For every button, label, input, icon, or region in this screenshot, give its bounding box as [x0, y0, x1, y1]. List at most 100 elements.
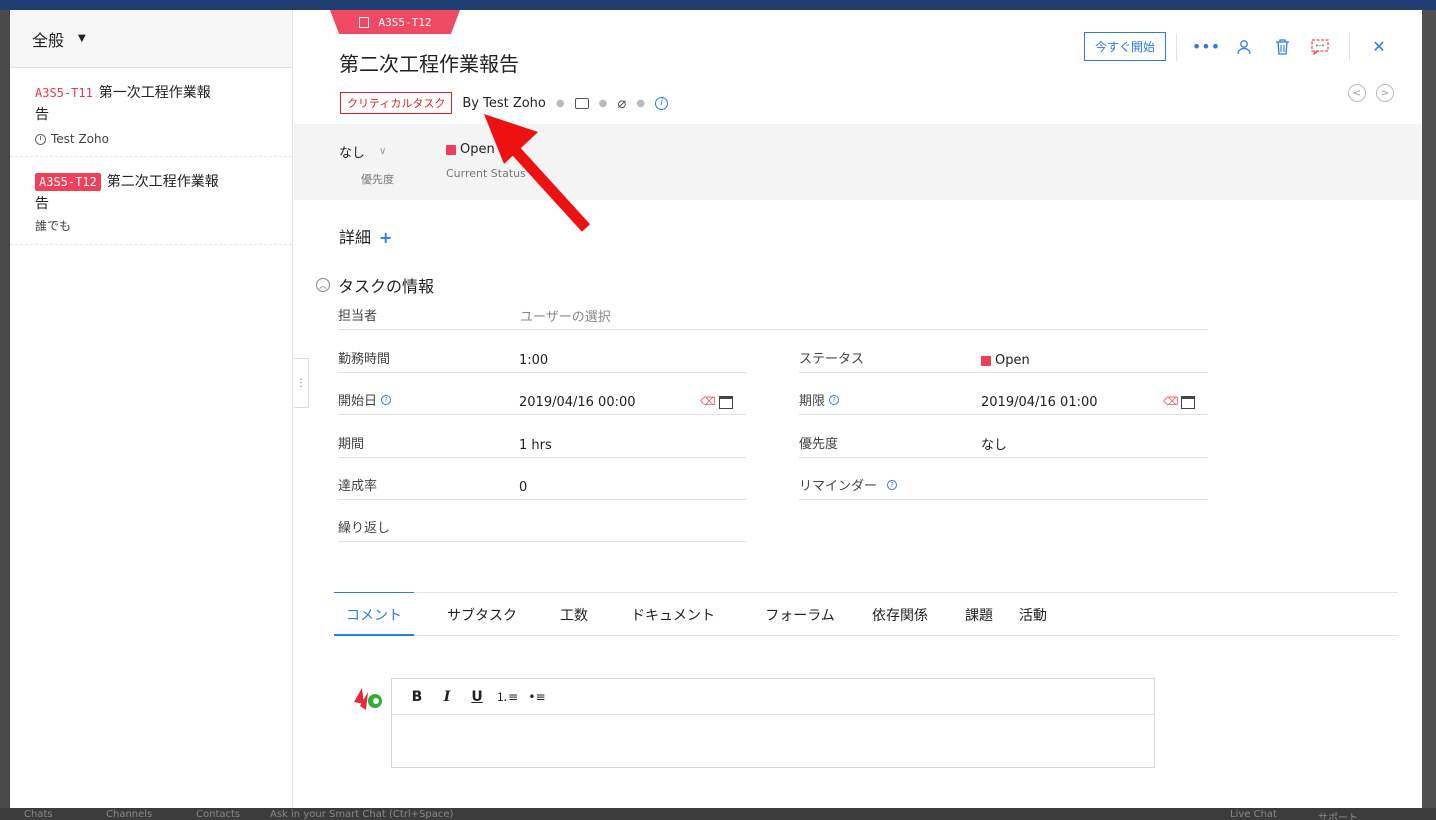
- start-now-button[interactable]: 今すぐ開始: [1083, 32, 1166, 61]
- task-list-item-active[interactable]: A3S5-T12 第二次工程作業報 告 誰でも: [10, 157, 292, 245]
- top-actions: 今すぐ開始 ••• ✕: [1083, 32, 1398, 61]
- bullet-list-icon[interactable]: •≡: [522, 690, 552, 704]
- clear-icon[interactable]: ⌫: [700, 395, 716, 408]
- caret-down-icon: ▼: [78, 33, 86, 44]
- underline-button[interactable]: U: [462, 689, 492, 705]
- task-info-label: タスクの情報: [338, 277, 435, 296]
- status-field-value[interactable]: Open: [995, 353, 1030, 368]
- filter-label: 全般: [32, 30, 65, 50]
- duration-field[interactable]: 期間 1 hrs: [338, 428, 747, 458]
- editor-toolbar: B I U ⒈≡ •≡: [392, 679, 1154, 715]
- close-icon[interactable]: ✕: [1368, 36, 1390, 58]
- critical-task-tag[interactable]: クリティカルタスク: [340, 92, 453, 114]
- bg-channels[interactable]: Channels: [106, 809, 152, 820]
- help-icon[interactable]: ?: [829, 394, 840, 405]
- add-detail-icon[interactable]: +: [379, 228, 392, 247]
- ribbon-task-id: A3S5-T12: [378, 15, 432, 29]
- work-hours-value[interactable]: 1:00: [519, 353, 548, 368]
- clock-icon: [35, 133, 46, 145]
- user-follow-icon[interactable]: [1233, 36, 1255, 58]
- task-title-heading[interactable]: 第二次工程作業報告: [339, 48, 519, 77]
- tab-documents[interactable]: ドキュメント: [598, 593, 748, 637]
- task-id-ribbon: A3S5-T12: [330, 10, 460, 34]
- status-field[interactable]: ステータス Open: [799, 343, 1208, 373]
- detail-tabs: コメント サブタスク 工数 ドキュメント フォーラム 依存関係 課題 活動: [334, 592, 1398, 636]
- task-title-cont: 告: [35, 196, 49, 212]
- calendar-icon[interactable]: [1181, 396, 1195, 409]
- status-strip: なし ∨ 優先度 Open Current Status: [294, 124, 1422, 200]
- recurrence-label: 繰り返し: [338, 521, 391, 536]
- chevron-down-icon: ∨: [379, 146, 387, 157]
- bg-live-chat[interactable]: Live Chat: [1230, 809, 1277, 820]
- comment-editor[interactable]: B I U ⒈≡ •≡: [391, 678, 1155, 768]
- completion-field[interactable]: 達成率 0: [338, 470, 747, 500]
- priority-value: なし: [339, 146, 366, 161]
- bg-support[interactable]: サポート: [1318, 809, 1358, 820]
- bg-contacts[interactable]: Contacts: [196, 809, 240, 820]
- status-field-label: ステータス: [799, 352, 865, 367]
- duration-value[interactable]: 1 hrs: [519, 438, 552, 453]
- due-date-field[interactable]: 期限? 2019/04/16 01:00 ⌫: [799, 385, 1208, 415]
- priority-field-value[interactable]: なし: [981, 434, 1007, 453]
- background-left-strip: [0, 10, 10, 810]
- tab-dependencies[interactable]: 依存関係: [852, 593, 948, 637]
- background-right-strip: [1422, 10, 1436, 810]
- completion-label: 達成率: [338, 479, 378, 494]
- collapse-icon[interactable]: ︿: [316, 278, 330, 292]
- completion-value[interactable]: 0: [519, 480, 527, 495]
- task-navigation: < >: [1338, 84, 1394, 102]
- task-info-heading[interactable]: ︿ タスクの情報: [316, 273, 434, 297]
- priority-selector[interactable]: なし ∨ 優先度: [339, 142, 394, 187]
- divider: [1176, 32, 1177, 61]
- comment-textarea[interactable]: [392, 715, 1154, 767]
- tab-activity[interactable]: 活動: [1010, 593, 1056, 637]
- work-hours-field[interactable]: 勤務時間 1:00: [338, 343, 747, 373]
- priority-field[interactable]: 優先度 なし: [799, 428, 1208, 458]
- bg-chats[interactable]: Chats: [24, 809, 53, 820]
- start-date-label: 開始日: [338, 394, 378, 409]
- feedback-glyph: [1311, 38, 1329, 55]
- tab-timesheet[interactable]: 工数: [550, 593, 598, 637]
- task-title-cont: 告: [35, 107, 49, 123]
- start-date-field[interactable]: 開始日? 2019/04/16 00:00 ⌫: [338, 385, 747, 415]
- user-icon: [1237, 39, 1251, 54]
- details-section-heading: 詳細 +: [339, 224, 392, 248]
- info-icon[interactable]: i: [655, 96, 669, 110]
- task-filter-dropdown[interactable]: 全般 ▼: [10, 10, 292, 68]
- help-icon[interactable]: ?: [381, 394, 392, 405]
- assignee-field[interactable]: 担当者 ユーザーの選択: [338, 300, 1208, 330]
- tab-issues[interactable]: 課題: [948, 593, 1010, 637]
- duration-label: 期間: [338, 437, 365, 452]
- tab-forums[interactable]: フォーラム: [748, 593, 852, 637]
- more-options-icon[interactable]: •••: [1192, 36, 1220, 58]
- clear-icon[interactable]: ⌫: [1163, 395, 1179, 408]
- panel-toggle-handle[interactable]: ⋮: [294, 358, 309, 408]
- avatar: [354, 688, 382, 710]
- reminder-field[interactable]: リマインダー?: [799, 470, 1208, 500]
- work-hours-label: 勤務時間: [338, 352, 391, 367]
- start-date-value[interactable]: 2019/04/16 00:00: [519, 395, 636, 410]
- feedback-icon[interactable]: [1309, 36, 1331, 58]
- help-icon[interactable]: ?: [887, 479, 898, 490]
- assignee-placeholder[interactable]: ユーザーの選択: [520, 306, 611, 325]
- previous-task-icon[interactable]: <: [1348, 84, 1366, 102]
- next-task-icon[interactable]: >: [1376, 84, 1394, 102]
- due-date-value[interactable]: 2019/04/16 01:00: [981, 395, 1098, 410]
- attachment-icon[interactable]: ⌀: [617, 94, 626, 112]
- bg-search[interactable]: Ask in your Smart Chat (Ctrl+Space): [270, 809, 453, 820]
- separator-dot: ●: [555, 97, 565, 109]
- trash-icon[interactable]: [1271, 36, 1293, 58]
- calendar-icon[interactable]: [719, 396, 733, 409]
- status-color-swatch: [446, 144, 456, 155]
- trash-glyph: [1275, 38, 1289, 55]
- numbered-list-icon[interactable]: ⒈≡: [492, 688, 522, 705]
- tab-comments[interactable]: コメント: [334, 592, 414, 636]
- task-list-item[interactable]: A3S5-T11 第一次工程作業報 告 Test Zoho: [10, 68, 292, 157]
- tab-subtasks[interactable]: サブタスク: [414, 593, 550, 637]
- task-detail-main: A3S5-T12 第二次工程作業報告 クリティカルタスク By Test Zoh…: [294, 10, 1422, 808]
- due-date-label: 期限: [799, 394, 826, 409]
- bold-button[interactable]: B: [402, 689, 432, 705]
- recurrence-field[interactable]: 繰り返し: [338, 512, 747, 542]
- comment-icon[interactable]: [574, 97, 589, 109]
- italic-button[interactable]: I: [432, 689, 462, 705]
